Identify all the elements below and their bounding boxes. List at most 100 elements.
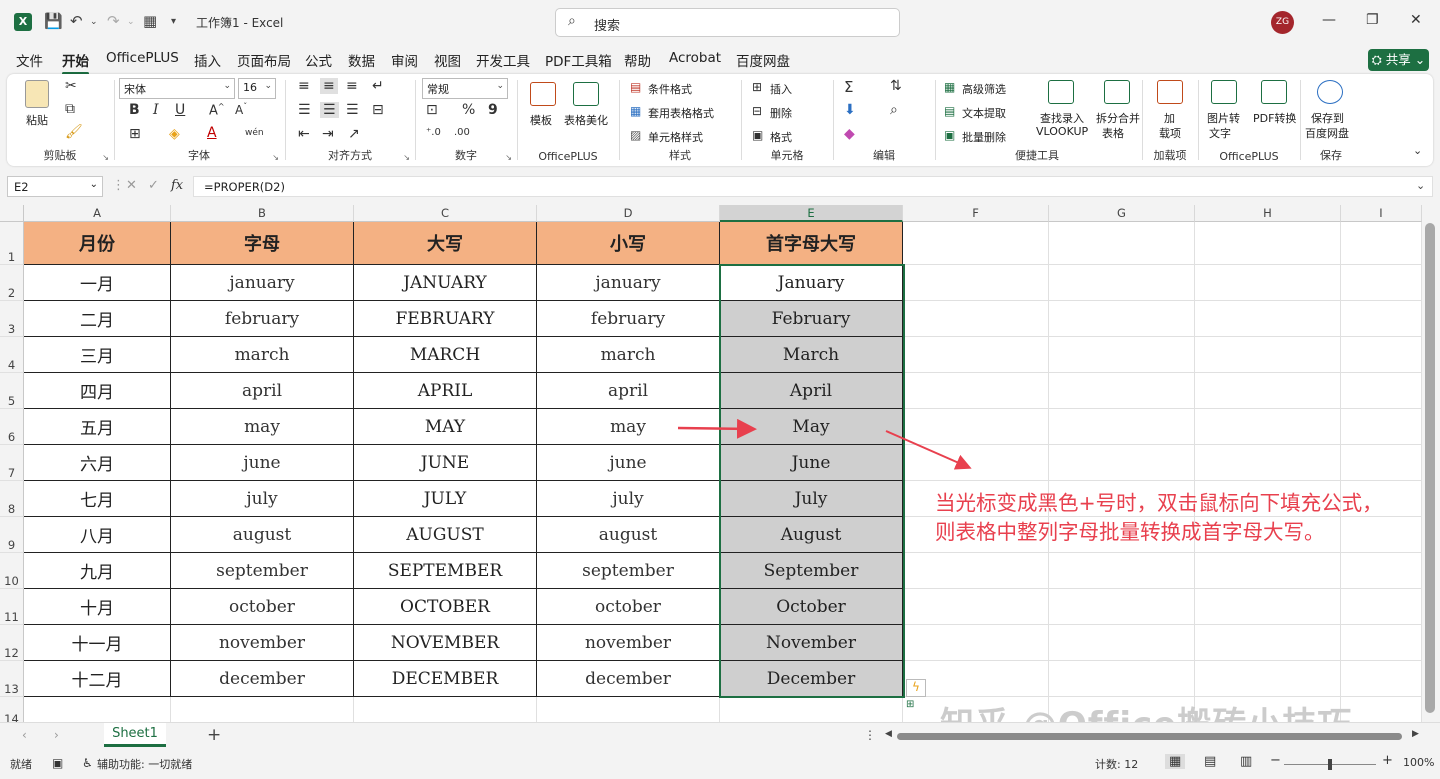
align-middle-icon[interactable]: ≡ [320,78,338,94]
phonetic-icon[interactable]: wén [245,128,264,138]
align-top-icon[interactable]: ≡ [298,78,310,94]
bold-icon[interactable]: B [129,102,140,118]
paste-label[interactable]: 粘贴 [26,112,48,128]
column-header-h[interactable]: H [1195,205,1341,222]
row-header-11[interactable]: 11 [0,589,24,625]
next-sheet-icon[interactable]: › [54,728,59,742]
worksheet-grid[interactable]: A B C D E F G H I 1 2 3 4 5 6 7 8 9 10 11 12 13 14 月份 字母 大写 小写 首字母大… [0,205,1422,725]
format-cells-label[interactable]: 格式 [770,129,792,145]
redo-icon[interactable]: ↷ [107,12,120,30]
table-cell[interactable]: november [537,625,720,661]
column-header-c[interactable]: C [354,205,537,222]
empty-cell[interactable] [1049,661,1195,697]
avatar[interactable]: ZG [1271,11,1294,34]
normal-view-icon[interactable]: ▦ [1165,754,1186,769]
template-icon[interactable] [530,82,556,106]
table-cell[interactable]: November [720,625,903,661]
table-cell[interactable]: JUNE [354,445,537,481]
table-cell[interactable]: june [537,445,720,481]
restore-icon[interactable]: ❐ [1366,12,1379,28]
empty-cell[interactable] [1195,553,1341,589]
table-cell[interactable]: April [720,373,903,409]
table-cell[interactable]: 十月 [24,589,171,625]
table-cell[interactable]: December [720,661,903,697]
table-cell[interactable]: april [537,373,720,409]
format-table-icon[interactable]: ▦ [630,104,641,118]
cell-style-label[interactable]: 单元格样式 [648,129,703,145]
empty-cell[interactable] [903,373,1049,409]
cell-style-icon[interactable]: ▨ [630,128,641,142]
format-table-label[interactable]: 套用表格格式 [648,105,714,121]
table-cell[interactable]: 十一月 [24,625,171,661]
column-header-f[interactable]: F [903,205,1049,222]
table-cell[interactable]: FEBRUARY [354,301,537,337]
insert-cells-label[interactable]: 插入 [770,81,792,97]
menu-acrobat[interactable]: Acrobat [669,50,721,66]
empty-cell[interactable] [903,589,1049,625]
font-launcher-icon[interactable]: ↘ [272,153,279,162]
menu-pdf-tools[interactable]: PDF工具箱 [545,50,612,70]
batch-delete-label[interactable]: 批量删除 [962,129,1006,145]
scroll-left-icon[interactable]: ◀ [885,729,892,739]
empty-cell[interactable] [720,697,903,725]
column-header-i[interactable]: I [1341,205,1422,222]
split-merge-label-1[interactable]: 拆分合并 [1096,110,1140,126]
delete-cells-label[interactable]: 删除 [770,105,792,121]
table-cell[interactable]: 三月 [24,337,171,373]
addins-label-2[interactable]: 载项 [1159,125,1181,141]
table-cell[interactable]: 一月 [24,265,171,301]
align-right-icon[interactable]: ☰ [346,102,359,118]
table-cell[interactable]: may [537,409,720,445]
menu-formulas[interactable]: 公式 [305,50,332,70]
table-cell[interactable]: august [171,517,354,553]
table-cell[interactable]: January [720,265,903,301]
macro-record-icon[interactable]: ▣ [52,756,63,770]
zoom-level[interactable]: 100% [1403,756,1434,769]
zoom-slider-thumb[interactable] [1328,759,1332,770]
empty-cell[interactable] [1195,409,1341,445]
table-header-cell[interactable]: 大写 [354,222,537,265]
empty-cell[interactable] [1341,409,1422,445]
empty-cell[interactable] [1049,373,1195,409]
empty-cell[interactable] [903,301,1049,337]
menu-review[interactable]: 审阅 [391,50,418,70]
increase-font-icon[interactable]: A^ [209,102,225,118]
border-icon[interactable]: ⊞ [129,126,141,142]
search-box[interactable]: ⌕ 搜索 [555,8,900,37]
row-header-6[interactable]: 6 [0,409,24,445]
autosum-icon[interactable]: Σ [844,78,853,96]
table-cell[interactable]: february [171,301,354,337]
table-cell[interactable]: 二月 [24,301,171,337]
table-cell[interactable]: july [171,481,354,517]
insert-function-icon[interactable]: fx [171,178,183,193]
table-cell[interactable]: SEPTEMBER [354,553,537,589]
paste-icon[interactable] [25,80,49,108]
empty-cell[interactable] [537,697,720,725]
table-cell[interactable]: january [171,265,354,301]
table-cell[interactable]: March [720,337,903,373]
empty-cell[interactable] [1341,337,1422,373]
empty-cell[interactable] [1195,445,1341,481]
table-cell[interactable]: march [171,337,354,373]
table-cell[interactable]: 四月 [24,373,171,409]
quick-analysis-flash-icon[interactable]: ϟ [906,679,926,697]
table-cell[interactable]: april [171,373,354,409]
empty-cell[interactable] [1341,222,1422,265]
page-break-view-icon[interactable]: ▥ [1240,754,1252,769]
empty-cell[interactable] [903,625,1049,661]
auto-fill-options-icon[interactable]: ⊞ [906,699,921,714]
name-box[interactable]: E2 ⌄ [7,176,103,197]
close-icon[interactable]: ✕ [1410,12,1422,28]
empty-cell[interactable] [171,697,354,725]
empty-cell[interactable] [1049,222,1195,265]
font-color-icon[interactable]: A [207,125,217,141]
fill-color-icon[interactable]: ◈ [169,126,180,142]
empty-cell[interactable] [1049,265,1195,301]
empty-cell[interactable] [1049,445,1195,481]
undo-icon[interactable]: ↶ [70,12,83,30]
table-cell[interactable]: DECEMBER [354,661,537,697]
addins-label-1[interactable]: 加 [1164,110,1175,126]
empty-cell[interactable] [1195,265,1341,301]
column-header-e[interactable]: E [720,205,903,222]
font-name-select[interactable]: 宋体 ⌄ [119,78,235,99]
